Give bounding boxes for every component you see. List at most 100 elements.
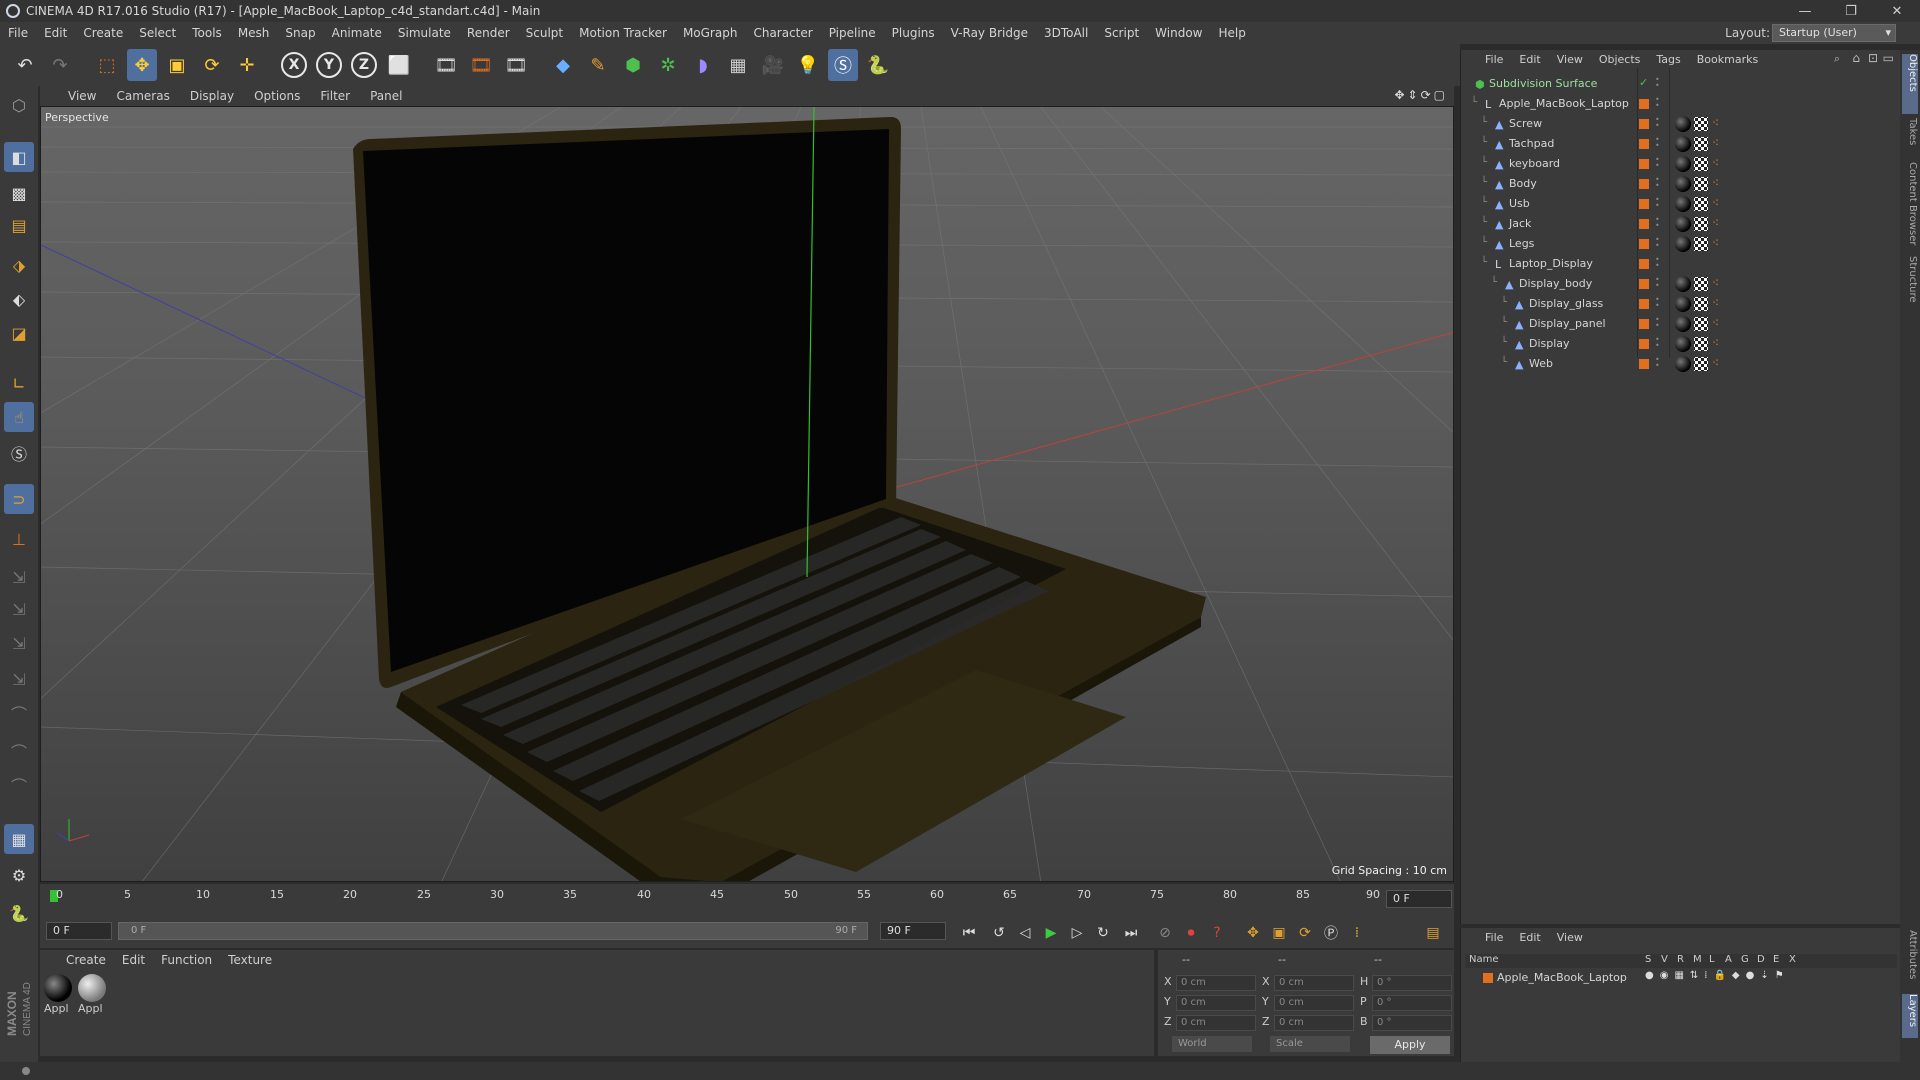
object-menu-edit[interactable]: Edit [1511,53,1548,66]
object-row[interactable]: └ ▲ Display • • ⁖ [1461,334,1901,354]
object-name[interactable]: Display_panel [1529,317,1606,330]
visibility-dots[interactable]: • • [1655,76,1660,90]
sculpt-icon[interactable]: ⌒ [4,736,34,766]
layer-menu-edit[interactable]: Edit [1511,931,1548,944]
python-script-icon[interactable]: 🐍 [4,898,34,928]
layer-color-chip[interactable] [1639,179,1649,189]
next-frame-icon[interactable]: ▷ [1066,922,1088,944]
size-z-field[interactable]: 0 cm [1274,1015,1354,1031]
phong-tag-icon[interactable]: ⁖ [1712,216,1719,232]
menu-plugins[interactable]: Plugins [884,26,943,40]
viewport-menu-cameras[interactable]: Cameras [106,89,179,103]
tab-attributes[interactable]: Attributes [1902,930,1918,990]
workplane-mode-icon[interactable]: ▤ [4,210,34,240]
size-x-field[interactable]: 0 cm [1274,975,1354,991]
spline-pen-icon[interactable]: ✎ [583,49,613,81]
material-tag-icon[interactable] [1675,196,1691,212]
panel-lock-icon[interactable]: ▭ [1883,51,1894,65]
apply-button[interactable]: Apply [1370,1036,1450,1054]
light-icon[interactable]: 💡 [793,49,823,81]
menu-animate[interactable]: Animate [324,26,390,40]
menu-simulate[interactable]: Simulate [390,26,459,40]
material-menu-texture[interactable]: Texture [220,953,280,967]
object-row[interactable]: ⬢ Subdivision Surface ✓ • • [1461,74,1901,94]
search-icon[interactable]: ⌕ [1834,52,1840,66]
uvw-tag-icon[interactable] [1694,177,1708,191]
viewport-menu-display[interactable]: Display [180,89,244,103]
enabled-check-icon[interactable]: ✓ [1639,76,1648,89]
visibility-dots[interactable]: • • [1655,176,1660,190]
timeline-ruler[interactable]: 0 5 10 15 20 25 30 35 40 45 50 55 60 65 … [40,884,1454,914]
material-tag-icon[interactable] [1675,116,1691,132]
keyframe-selection-icon[interactable]: ? [1206,922,1228,944]
material-tag-icon[interactable] [1675,276,1691,292]
object-row[interactable]: └ ▲ Display_panel • • ⁖ [1461,314,1901,334]
visibility-dots[interactable]: • • [1655,236,1660,250]
timeline-window-icon[interactable]: ▤ [1422,922,1444,944]
magnet-icon[interactable]: ⊃ [4,484,34,514]
menu-tools[interactable]: Tools [184,26,230,40]
range-start-field[interactable]: 0 F [46,922,112,940]
layer-color-chip[interactable] [1639,199,1649,209]
viewport-menu-panel[interactable]: Panel [360,89,412,103]
visibility-dots[interactable]: • • [1655,316,1660,330]
preview-range-slider[interactable]: 0 F 90 F [118,922,868,940]
coordinate-mode-select[interactable]: World [1172,1036,1252,1052]
menu-select[interactable]: Select [131,26,184,40]
layer-menu-view[interactable]: View [1549,931,1591,944]
material-tag-icon[interactable] [1675,156,1691,172]
menu-vray-bridge[interactable]: V-Ray Bridge [943,26,1036,40]
layer-color-chip[interactable] [1639,159,1649,169]
material-menu-edit[interactable]: Edit [114,953,153,967]
phong-tag-icon[interactable]: ⁖ [1712,136,1719,152]
layer-color-chip[interactable] [1639,299,1649,309]
minimize-button[interactable]: — [1782,0,1828,22]
autokey-icon[interactable]: ⏺ [1180,922,1202,944]
object-name[interactable]: Body [1509,177,1537,190]
visibility-dots[interactable]: • • [1655,296,1660,310]
material-menu-function[interactable]: Function [153,953,220,967]
phong-tag-icon[interactable]: ⁖ [1712,236,1719,252]
render-to-picture-viewer-icon[interactable]: 🎞 [466,49,496,81]
object-row[interactable]: └ ▲ Tachpad • • ⁖ [1461,134,1901,154]
viewport-menu-options[interactable]: Options [244,89,310,103]
layer-toggle-icons[interactable]: ●◉▦⇅⁞🔒◆●⇣⚑ [1645,970,1790,981]
visibility-dots[interactable]: • • [1655,116,1660,130]
material-swatch[interactable]: Appl [78,974,106,1015]
snap-icon[interactable]: Ⓢ [4,438,34,468]
new-view-icon[interactable]: ⊡ [1868,51,1878,65]
uvw-tag-icon[interactable] [1694,297,1708,311]
visibility-dots[interactable]: • • [1655,136,1660,150]
phong-tag-icon[interactable]: ⁖ [1712,316,1719,332]
material-menu-create[interactable]: Create [58,953,114,967]
brush-icon[interactable]: ⌒ [4,698,34,728]
phong-tag-icon[interactable]: ⁖ [1712,336,1719,352]
phong-tag-icon[interactable]: ⁖ [1712,356,1719,372]
menu-script[interactable]: Script [1096,26,1147,40]
visibility-dots[interactable]: • • [1655,256,1660,270]
object-name[interactable]: keyboard [1509,157,1560,170]
key-pla-icon[interactable]: ⁞ [1346,922,1368,944]
polygons-mode-icon[interactable]: ◪ [4,318,34,348]
layer-color-chip[interactable] [1639,359,1649,369]
menu-mograph[interactable]: MoGraph [675,26,746,40]
menu-render[interactable]: Render [459,26,518,40]
object-menu-file[interactable]: File [1477,53,1511,66]
object-name[interactable]: Display [1529,337,1570,350]
layer-color-chip[interactable] [1639,99,1649,109]
object-row[interactable]: └ ▲ Display_glass • • ⁖ [1461,294,1901,314]
uvw-tag-icon[interactable] [1694,277,1708,291]
live-selection-icon[interactable]: ⬚ [92,49,122,81]
max-frame-field[interactable]: 90 F [880,922,946,940]
uvw-tag-icon[interactable] [1694,137,1708,151]
subdivision-surface-icon[interactable]: ⬢ [618,49,648,81]
next-key-icon[interactable]: ↻ [1092,922,1114,944]
model-mode-icon[interactable]: ◧ [4,142,34,172]
object-name[interactable]: Usb [1509,197,1530,210]
visibility-dots[interactable]: • • [1655,336,1660,350]
visibility-dots[interactable]: • • [1655,356,1660,370]
locked-workplane-icon[interactable]: ⇲ [4,562,34,592]
object-row[interactable]: └ ▲ Jack • • ⁖ [1461,214,1901,234]
menu-3dtoall[interactable]: 3DToAll [1036,26,1096,40]
object-row[interactable]: └ ▲ Web • • ⁖ [1461,354,1901,374]
